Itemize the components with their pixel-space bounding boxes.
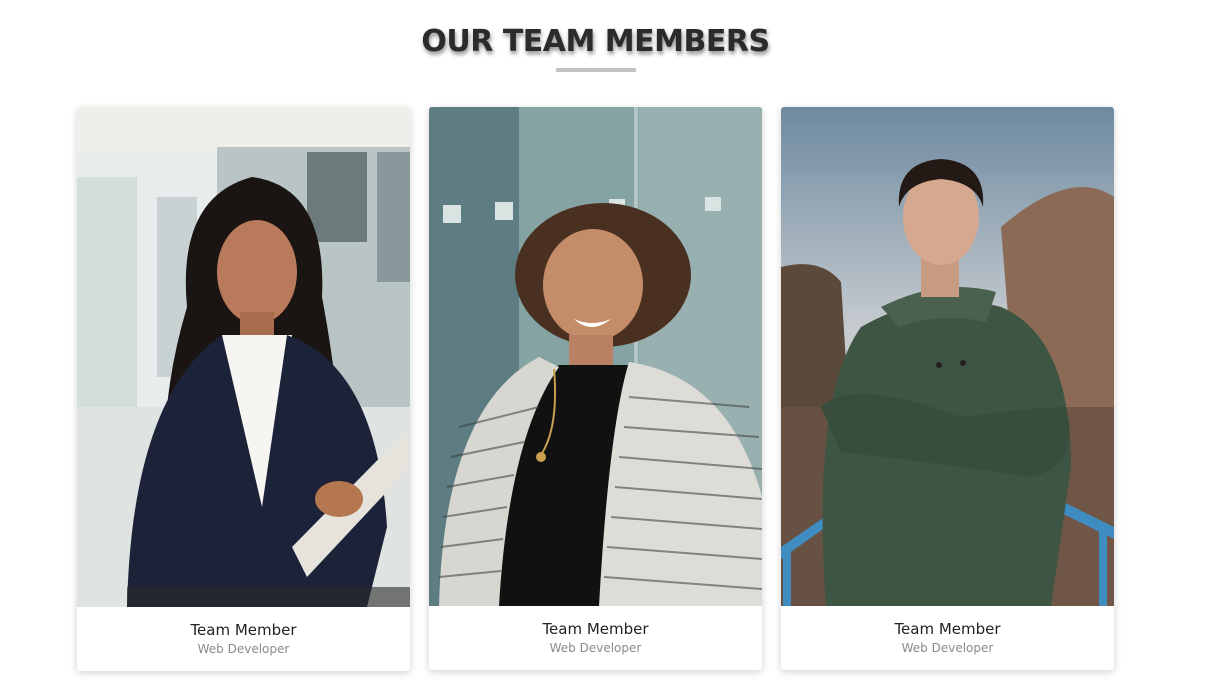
member-role: Web Developer [901, 641, 994, 655]
member-name: Team Member [190, 621, 297, 639]
section-title: OUR TEAM MEMBERS [421, 24, 770, 59]
member-role: Web Developer [197, 642, 290, 656]
team-card: Team Member Web Developer [781, 107, 1114, 670]
team-member-photo [781, 107, 1114, 606]
member-name: Team Member [894, 620, 1001, 638]
title-underline [556, 68, 636, 72]
team-member-photo [77, 107, 410, 607]
member-name: Team Member [542, 620, 649, 638]
team-section: OUR TEAM MEMBERS Team Member Web Develop… [0, 0, 1206, 684]
team-card: Team Member Web Developer [77, 107, 410, 671]
team-card-body: Team Member Web Developer [781, 606, 1114, 670]
team-card: Team Member Web Developer [429, 107, 762, 670]
team-member-photo [429, 107, 762, 606]
team-card-body: Team Member Web Developer [429, 606, 762, 670]
member-role: Web Developer [549, 641, 642, 655]
team-card-body: Team Member Web Developer [77, 607, 410, 671]
